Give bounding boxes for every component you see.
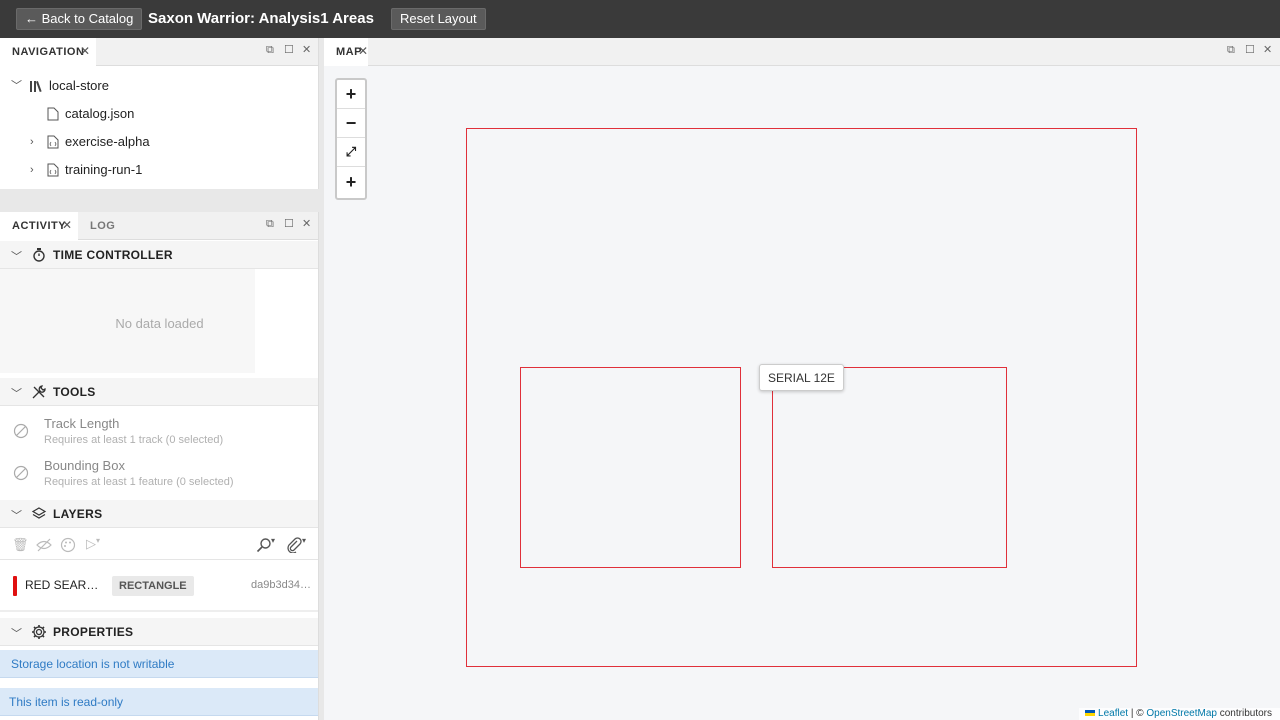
- tool-subtitle: Requires at least 1 feature (0 selected): [44, 476, 234, 488]
- osm-link[interactable]: OpenStreetMap: [1146, 708, 1217, 719]
- maximize-icon[interactable]: ☐: [1245, 44, 1255, 56]
- tool-title: Track Length: [44, 416, 120, 431]
- close-icon[interactable]: ✕: [80, 45, 90, 57]
- disabled-icon: [13, 465, 29, 481]
- tools-icon: [32, 385, 46, 399]
- attribution-suffix: contributors: [1216, 708, 1272, 719]
- search-icon[interactable]: [256, 537, 272, 553]
- reset-layout-button[interactable]: Reset Layout: [391, 8, 486, 30]
- fit-bounds-button[interactable]: ⤢: [337, 138, 365, 167]
- zoom-out-button[interactable]: −: [337, 109, 365, 138]
- map-controls: + − ⤢ +: [335, 78, 367, 200]
- code-file-icon: [47, 135, 59, 149]
- tab-log-label: LOG: [90, 220, 116, 232]
- tab-log[interactable]: LOG: [78, 212, 128, 240]
- hide-icon[interactable]: [36, 538, 52, 552]
- tree-item-catalog-json[interactable]: catalog.json: [0, 100, 319, 128]
- storage-alert: Storage location is not writable: [0, 650, 318, 678]
- layer-row[interactable]: RED SEAR… RECTANGLE da9b3d34…: [0, 572, 318, 600]
- layer-name: RED SEAR…: [25, 578, 99, 592]
- library-icon: [30, 81, 42, 93]
- palette-icon[interactable]: [60, 537, 76, 553]
- popout-icon[interactable]: ⧉: [266, 218, 274, 230]
- tab-navigation-label: NAVIGATION: [12, 46, 85, 58]
- section-label: LAYERS: [53, 507, 103, 521]
- layer-type-badge: RECTANGLE: [112, 576, 194, 596]
- activity-tabstrip: ACTIVITY ✕ LOG ⧉ ☐ ✕: [0, 212, 318, 240]
- code-file-icon: [47, 163, 59, 177]
- close-icon[interactable]: ✕: [302, 218, 311, 230]
- time-controller-header[interactable]: ﹀ TIME CONTROLLER: [0, 241, 318, 269]
- tool-bounding-box[interactable]: Bounding Box Requires at least 1 feature…: [0, 452, 318, 494]
- chevron-right-icon[interactable]: ›: [30, 156, 34, 184]
- map-area-left-rectangle[interactable]: [520, 367, 741, 568]
- empty-state-text: No data loaded: [115, 316, 204, 331]
- tool-track-length[interactable]: Track Length Requires at least 1 track (…: [0, 410, 318, 452]
- layers-scrollbar[interactable]: [0, 610, 318, 612]
- tool-title: Bounding Box: [44, 458, 125, 473]
- top-bar: ← Back to Catalog Saxon Warrior: Analysi…: [0, 0, 1280, 38]
- section-label: TIME CONTROLLER: [53, 248, 173, 262]
- activity-panel: ACTIVITY ✕ LOG ⧉ ☐ ✕ ﹀ TIME CONTROLLER N…: [0, 212, 319, 720]
- layer-color-swatch: [13, 576, 17, 596]
- properties-header[interactable]: ﹀ PROPERTIES: [0, 618, 318, 646]
- navigation-panel: NAVIGATION ✕ ⧉ ☐ ✕ ﹀ local-store catalog…: [0, 38, 319, 189]
- map-tabstrip: MAP ✕ ⧉ ☐ ✕: [324, 38, 1280, 66]
- paperclip-icon[interactable]: [286, 537, 302, 553]
- attribution-separator: | ©: [1128, 708, 1147, 719]
- layers-toolbar: 🗑 ▷▾ ▾ ▾: [0, 530, 318, 560]
- gear-icon: [32, 625, 46, 639]
- chevron-down-icon[interactable]: ▾: [302, 536, 306, 545]
- play-icon[interactable]: ▷▾: [86, 536, 100, 552]
- close-icon[interactable]: ✕: [302, 44, 311, 56]
- chevron-right-icon[interactable]: ›: [30, 128, 34, 156]
- tree-item-label: local-store: [49, 78, 109, 93]
- tree-item-label: catalog.json: [65, 106, 135, 121]
- chevron-down-icon[interactable]: ▾: [271, 536, 275, 545]
- add-button[interactable]: +: [337, 168, 365, 197]
- page-title: Saxon Warrior: Analysis1 Areas: [148, 10, 374, 27]
- tree-item-label: training-run-1: [65, 162, 143, 177]
- maximize-icon[interactable]: ☐: [284, 44, 294, 56]
- map-attribution: Leaflet | © OpenStreetMap contributors: [1079, 708, 1280, 720]
- map-tooltip: SERIAL 12E: [759, 364, 844, 391]
- zoom-in-button[interactable]: +: [337, 80, 365, 109]
- tools-header[interactable]: ﹀ TOOLS: [0, 378, 318, 406]
- close-icon[interactable]: ✕: [358, 45, 368, 57]
- tool-subtitle: Requires at least 1 track (0 selected): [44, 434, 224, 446]
- map-area-right-rectangle[interactable]: [772, 367, 1007, 568]
- tree-item-label: exercise-alpha: [65, 134, 150, 149]
- section-label: PROPERTIES: [53, 625, 134, 639]
- stopwatch-icon: [33, 248, 45, 262]
- layers-icon: [31, 507, 47, 519]
- file-icon: [47, 107, 59, 121]
- maximize-icon[interactable]: ☐: [284, 218, 294, 230]
- disabled-icon: [13, 423, 29, 439]
- layers-header[interactable]: ﹀ LAYERS: [0, 500, 318, 528]
- readonly-alert: This item is read-only: [0, 688, 318, 716]
- leaflet-link[interactable]: Leaflet: [1098, 708, 1128, 719]
- chevron-down-icon[interactable]: ﹀: [11, 507, 22, 523]
- chevron-down-icon[interactable]: ﹀: [11, 385, 22, 401]
- tab-activity-label: ACTIVITY: [12, 220, 67, 232]
- popout-icon[interactable]: ⧉: [1227, 44, 1235, 56]
- chevron-down-icon[interactable]: ﹀: [11, 248, 22, 264]
- tree-item-training-run-1[interactable]: › training-run-1: [0, 156, 319, 184]
- close-icon[interactable]: ✕: [62, 219, 72, 231]
- tree-item-exercise-alpha[interactable]: › exercise-alpha: [0, 128, 319, 156]
- trash-icon[interactable]: 🗑: [12, 537, 29, 553]
- navigation-tabstrip: NAVIGATION ✕ ⧉ ☐ ✕: [0, 38, 318, 66]
- popout-icon[interactable]: ⧉: [266, 44, 274, 56]
- chevron-down-icon[interactable]: ﹀: [11, 625, 22, 641]
- layer-id: da9b3d34…: [251, 579, 311, 591]
- tree-item-local-store[interactable]: ﹀ local-store: [0, 72, 319, 100]
- close-icon[interactable]: ✕: [1263, 44, 1272, 56]
- section-label: TOOLS: [53, 385, 96, 399]
- flag-icon: [1085, 710, 1096, 716]
- back-to-catalog-button[interactable]: ← Back to Catalog: [16, 8, 143, 30]
- chevron-down-icon[interactable]: ﹀: [11, 72, 22, 100]
